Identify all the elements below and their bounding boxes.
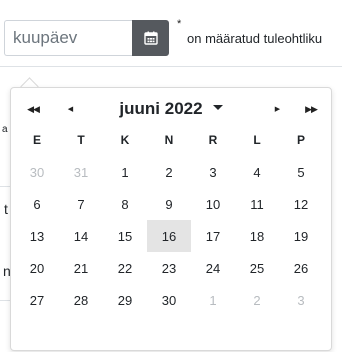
calendar-day[interactable]: 30: [147, 284, 191, 316]
next-month-icon[interactable]: ▶: [266, 98, 288, 120]
next-year-icon[interactable]: ▶▶: [300, 98, 322, 120]
calendar-day-today[interactable]: 16: [147, 220, 191, 252]
calendar-day[interactable]: 2: [235, 284, 279, 316]
calendar-day[interactable]: 14: [59, 220, 103, 252]
calendar-day[interactable]: 23: [147, 252, 191, 284]
calendar-day[interactable]: 9: [147, 188, 191, 220]
background-divider: [0, 66, 342, 67]
calendar-grid: E T K N R L P 30 31 1 2 3 4 5 6 7 8 9 10 11 12 13 14 15 1…: [15, 124, 323, 316]
datepicker-header: ◀◀ ◀ juuni 2022 ▶ ▶▶: [11, 96, 331, 122]
prev-year-icon[interactable]: ◀◀: [22, 98, 44, 120]
background-text-fragment: a: [2, 124, 8, 135]
page: a t n * on määratud tuleohtliku ◀◀ ◀: [0, 0, 342, 352]
prev-month-icon[interactable]: ◀: [59, 98, 81, 120]
calendar-day[interactable]: 17: [191, 220, 235, 252]
caret-down-icon: [212, 104, 223, 110]
calendar-day[interactable]: 21: [59, 252, 103, 284]
calendar-day[interactable]: 4: [235, 156, 279, 188]
datepicker-popup: ◀◀ ◀ juuni 2022 ▶ ▶▶ E T K N R L P 30 31…: [10, 87, 332, 351]
weekday-label: R: [208, 133, 218, 147]
date-input[interactable]: [4, 20, 132, 56]
calendar-day[interactable]: 7: [59, 188, 103, 220]
required-note: on määratud tuleohtliku: [187, 31, 323, 46]
calendar-day[interactable]: 25: [235, 252, 279, 284]
month-year-select[interactable]: juuni 2022: [103, 96, 239, 122]
calendar-week-row: 20 21 22 23 24 25 26: [15, 252, 323, 284]
calendar-icon: [143, 31, 158, 45]
calendar-day[interactable]: 22: [103, 252, 147, 284]
calendar-day[interactable]: 10: [191, 188, 235, 220]
weekday-label: T: [77, 133, 85, 147]
calendar-day[interactable]: 12: [279, 188, 323, 220]
open-calendar-button[interactable]: [132, 20, 169, 56]
calendar-day[interactable]: 8: [103, 188, 147, 220]
calendar-day[interactable]: 13: [15, 220, 59, 252]
calendar-day[interactable]: 5: [279, 156, 323, 188]
calendar-day[interactable]: 19: [279, 220, 323, 252]
weekday-label: P: [296, 133, 305, 147]
weekday-label: L: [253, 133, 261, 147]
calendar-week-row: 6 7 8 9 10 11 12: [15, 188, 323, 220]
calendar-day[interactable]: 3: [279, 284, 323, 316]
calendar-day[interactable]: 24: [191, 252, 235, 284]
calendar-day[interactable]: 15: [103, 220, 147, 252]
required-asterisk: *: [177, 18, 182, 30]
calendar-day[interactable]: 27: [15, 284, 59, 316]
calendar-day[interactable]: 2: [147, 156, 191, 188]
weekday-label: E: [32, 133, 41, 147]
weekday-label: N: [164, 133, 174, 147]
calendar-week-row: 27 28 29 30 1 2 3: [15, 284, 323, 316]
calendar-week-row: 30 31 1 2 3 4 5: [15, 156, 323, 188]
calendar-day[interactable]: 11: [235, 188, 279, 220]
calendar-week-row: 13 14 15 16 17 18 19: [15, 220, 323, 252]
weekday-header-row: E T K N R L P: [15, 124, 323, 156]
calendar-day[interactable]: 31: [59, 156, 103, 188]
calendar-day[interactable]: 1: [103, 156, 147, 188]
calendar-day[interactable]: 26: [279, 252, 323, 284]
background-text-fragment: t: [4, 201, 8, 217]
calendar-day[interactable]: 29: [103, 284, 147, 316]
calendar-day[interactable]: 3: [191, 156, 235, 188]
calendar-day[interactable]: 6: [15, 188, 59, 220]
calendar-day[interactable]: 30: [15, 156, 59, 188]
month-year-label: juuni 2022: [119, 99, 203, 118]
calendar-days: 30 31 1 2 3 4 5 6 7 8 9 10 11 12 13 14 15 16 17 18 19 20 21 22 2…: [15, 156, 323, 316]
calendar-day[interactable]: 1: [191, 284, 235, 316]
calendar-day[interactable]: 28: [59, 284, 103, 316]
calendar-day[interactable]: 18: [235, 220, 279, 252]
calendar-day[interactable]: 20: [15, 252, 59, 284]
weekday-label: K: [120, 133, 130, 147]
